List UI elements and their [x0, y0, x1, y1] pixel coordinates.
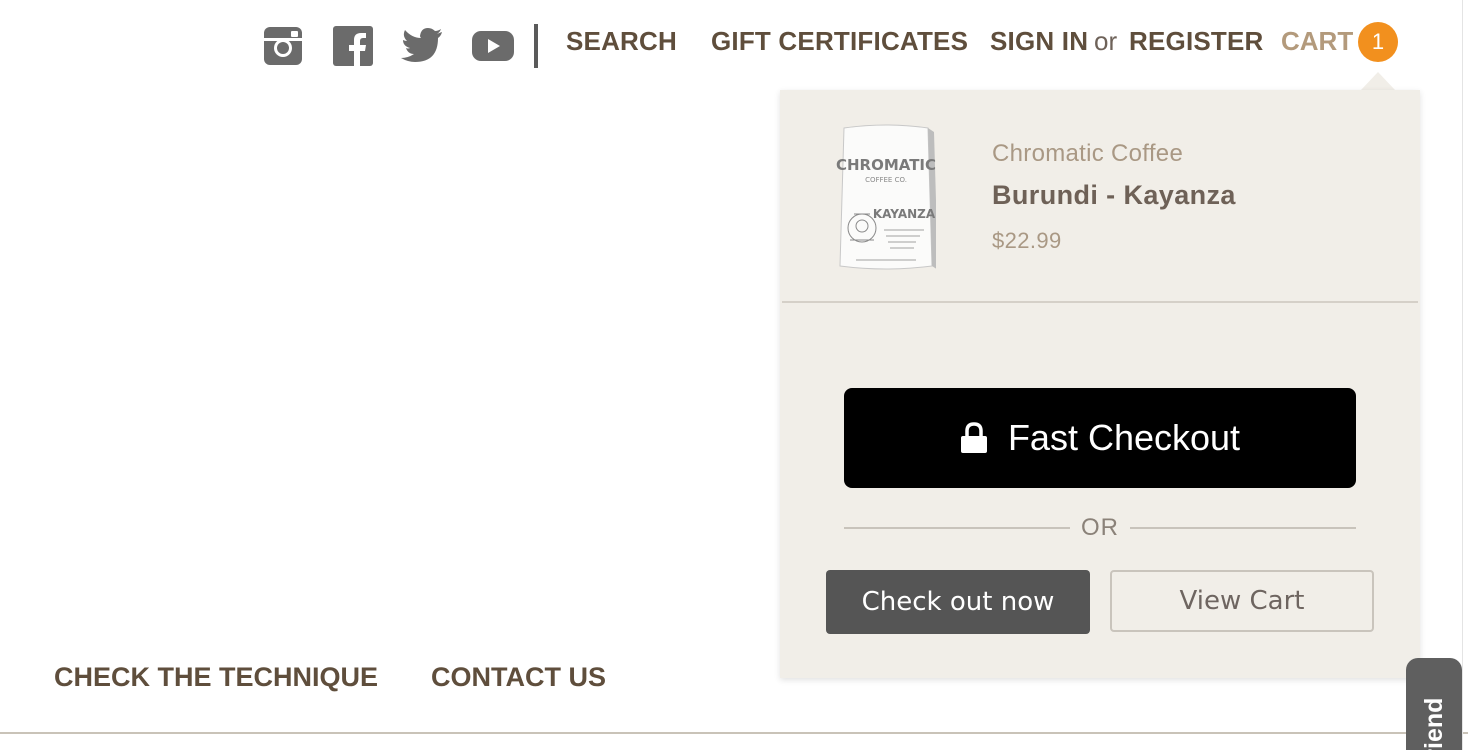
twitter-icon[interactable] — [400, 24, 444, 68]
footer-divider — [0, 732, 1468, 734]
fast-checkout-button[interactable]: Fast Checkout — [844, 388, 1356, 488]
or-separator: or — [1094, 26, 1118, 56]
item-divider — [782, 301, 1418, 303]
facebook-icon[interactable] — [331, 24, 375, 68]
or-divider-right — [1130, 527, 1356, 529]
gift-certificates-link[interactable]: GIFT CERTIFICATES — [711, 26, 968, 57]
lock-icon — [960, 422, 988, 454]
page-edge — [1462, 0, 1463, 750]
bag-brand-text: CHROMATIC — [836, 156, 936, 174]
register-link[interactable]: REGISTER — [1129, 26, 1264, 57]
instagram-icon[interactable] — [261, 24, 305, 68]
cart-link[interactable]: CART — [1281, 26, 1353, 57]
check-out-now-button[interactable]: Check out now — [826, 570, 1090, 634]
bag-subtitle-text: COFFEE CO. — [865, 176, 907, 184]
fast-checkout-label: Fast Checkout — [1007, 417, 1241, 458]
dropdown-caret — [1361, 72, 1395, 90]
or-divider-label: OR — [1081, 514, 1119, 541]
product-image[interactable]: CHROMATIC COFFEE CO. KAYANZA — [836, 122, 938, 272]
top-navigation: SEARCH GIFT CERTIFICATES SIGN IN or REGI… — [0, 0, 1468, 90]
search-link[interactable]: SEARCH — [566, 26, 677, 57]
refer-tab-label: Friend — [1420, 697, 1448, 750]
bag-origin-text: KAYANZA — [873, 207, 936, 221]
product-price: $22.99 — [992, 228, 1062, 253]
product-name-link[interactable]: Burundi - Kayanza — [992, 180, 1236, 211]
view-cart-button[interactable]: View Cart — [1110, 570, 1374, 632]
check-the-technique-link[interactable]: CHECK THE TECHNIQUE — [54, 662, 378, 693]
product-vendor: Chromatic Coffee — [992, 140, 1184, 167]
nav-divider — [534, 24, 538, 68]
cart-preview-dropdown: CHROMATIC COFFEE CO. KAYANZA Chromatic C… — [780, 90, 1420, 678]
or-divider-left — [844, 527, 1070, 529]
sign-in-link[interactable]: SIGN IN — [990, 26, 1088, 57]
youtube-icon[interactable] — [471, 24, 515, 68]
cart-count-badge[interactable]: 1 — [1358, 22, 1398, 62]
contact-us-link[interactable]: CONTACT US — [431, 662, 606, 693]
refer-friend-tab[interactable]: Friend — [1406, 658, 1462, 750]
